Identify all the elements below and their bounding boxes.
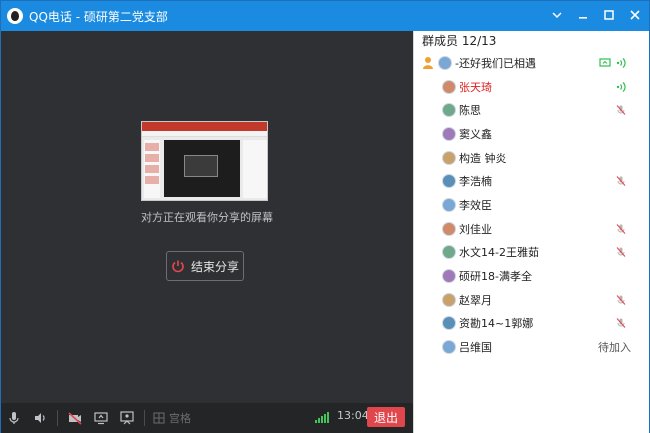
end-share-label: 结束分享: [190, 259, 239, 274]
member-name: 硕研18-满孝全: [459, 270, 532, 284]
maximize-button[interactable]: [601, 7, 617, 23]
avatar: [442, 269, 456, 284]
grid-icon: [153, 412, 165, 424]
grid-view-label: 宫格: [169, 412, 191, 425]
microphone-icon[interactable]: [1, 403, 27, 433]
avatar: [442, 79, 456, 94]
camera-off-icon[interactable]: [62, 403, 88, 433]
member-panel: 群成员 12/13 -还好我们已相遇张天琦陈思窦义鑫构造 钟炎李浩楠李效臣刘佳业…: [413, 31, 649, 433]
avatar: [438, 55, 452, 70]
shared-screen-thumbnail: [141, 121, 268, 201]
menu-icon[interactable]: [549, 7, 565, 23]
end-share-button[interactable]: 结束分享: [166, 251, 244, 281]
member-name: 吕维国: [459, 341, 492, 355]
member-row[interactable]: 陈思: [414, 98, 649, 122]
window-title: QQ电话 - 硕研第二党支部: [29, 9, 168, 24]
avatar: [442, 103, 456, 118]
member-name: 刘佳业: [459, 222, 492, 236]
mic-muted-icon: [615, 104, 627, 116]
member-name: 李浩楠: [459, 175, 492, 189]
speaker-icon[interactable]: [27, 403, 53, 433]
grid-view-button[interactable]: 宫格: [153, 410, 191, 426]
host-icon: [422, 56, 434, 70]
member-row[interactable]: 刘佳业: [414, 217, 649, 241]
member-list: -还好我们已相遇张天琦陈思窦义鑫构造 钟炎李浩楠李效臣刘佳业水文14-2王雅茹硕…: [414, 51, 649, 359]
member-name: 李效臣: [459, 198, 492, 212]
member-row[interactable]: 硕研18-满孝全: [414, 264, 649, 288]
mic-muted-icon: [615, 246, 627, 258]
exit-button[interactable]: 退出: [367, 407, 405, 427]
power-icon: [172, 260, 184, 273]
member-row[interactable]: 构造 钟炎: [414, 146, 649, 170]
member-row[interactable]: -还好我们已相遇: [414, 51, 649, 75]
member-name: 窦义鑫: [459, 127, 492, 141]
presentation-icon[interactable]: [114, 403, 140, 433]
member-row[interactable]: 李浩楠: [414, 169, 649, 193]
member-row[interactable]: 水文14-2王雅茹: [414, 241, 649, 265]
qq-call-window: QQ电话 - 硕研第二党支部 对方正在观看你分享的屏幕 结束分享 宫格 13:0…: [0, 0, 650, 433]
avatar: [442, 245, 456, 260]
member-row[interactable]: 吕维国 待加入: [414, 335, 649, 359]
mic-muted-icon: [615, 223, 627, 235]
avatar: [442, 174, 456, 189]
member-count-header: 群成员 12/13: [422, 34, 497, 48]
avatar: [442, 292, 456, 307]
member-row[interactable]: 资勘14~1郭娜: [414, 312, 649, 336]
avatar: [442, 340, 456, 355]
avatar: [442, 316, 456, 331]
close-button[interactable]: [627, 7, 643, 23]
avatar: [442, 197, 456, 212]
avatar: [442, 221, 456, 236]
member-name: 陈思: [459, 104, 481, 118]
member-name: 资勘14~1郭娜: [459, 317, 534, 331]
share-status-text: 对方正在观看你分享的屏幕: [141, 211, 273, 224]
call-duration: 13:04: [337, 409, 369, 422]
member-row[interactable]: 李效臣: [414, 193, 649, 217]
speaking-icon: [615, 81, 627, 93]
member-row[interactable]: 赵翠月: [414, 288, 649, 312]
member-row[interactable]: 张天琦: [414, 75, 649, 99]
mic-muted-icon: [615, 317, 627, 329]
member-name: 水文14-2王雅茹: [459, 246, 539, 260]
minimize-button[interactable]: [575, 7, 591, 23]
sharing-speaking-icon: [599, 57, 627, 69]
share-stage: 对方正在观看你分享的屏幕 结束分享: [1, 31, 413, 403]
pending-status: 待加入: [598, 341, 631, 355]
title-bar: QQ电话 - 硕研第二党支部: [1, 1, 649, 31]
member-name: 赵翠月: [459, 293, 492, 307]
member-name: 张天琦: [459, 80, 492, 94]
member-name: 构造 钟炎: [459, 151, 507, 165]
avatar: [442, 126, 456, 141]
mic-muted-icon: [615, 294, 627, 306]
mic-muted-icon: [615, 175, 627, 187]
member-row[interactable]: 窦义鑫: [414, 122, 649, 146]
member-name: -还好我们已相遇: [455, 56, 536, 70]
avatar: [442, 150, 456, 165]
qq-logo-icon: [7, 8, 23, 24]
screen-share-icon[interactable]: [88, 403, 114, 433]
signal-strength-icon: [315, 411, 329, 423]
